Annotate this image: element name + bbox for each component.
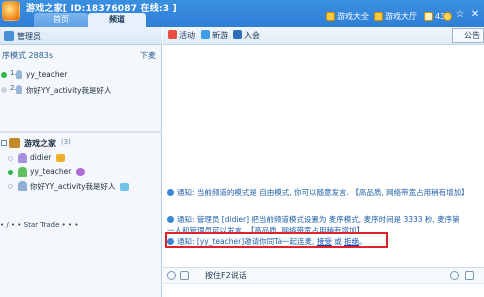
- diamond-badge-icon: [119, 183, 129, 191]
- game-lobby-link[interactable]: 游戏大厅: [374, 10, 417, 22]
- join-icon: [233, 30, 242, 39]
- crown-badge-icon: [55, 154, 65, 162]
- queue-name: 你好YY_activity我是好人: [26, 86, 112, 95]
- admin-icon: [4, 31, 14, 41]
- new-game-button[interactable]: 新游: [201, 30, 228, 42]
- favorite-star-icon[interactable]: ☆: [454, 9, 466, 21]
- admin-avatar-icon: [18, 153, 27, 163]
- new-game-icon: [201, 30, 210, 39]
- info-icon: [167, 216, 174, 223]
- tab-channel[interactable]: 频道: [88, 13, 146, 27]
- queue-name: yy_teacher: [26, 70, 68, 79]
- member-name: yy_teacher: [30, 167, 72, 176]
- online-dot-icon: [1, 87, 7, 93]
- user-avatar-icon: [18, 181, 27, 191]
- close-icon[interactable]: ✕: [469, 9, 481, 21]
- invite-message: 通知: [yy_teacher]邀请你同Ta一起连麦, 接受 或 拒绝。: [167, 236, 483, 247]
- notice-message: 通知: 管理员 [didier] 把当前频道模式设置为 麦序模式, 麦序时间是 …: [167, 214, 483, 225]
- gift-icon[interactable]: [465, 271, 474, 280]
- tip-button[interactable]: [443, 10, 452, 22]
- game-hall-link[interactable]: 游戏大全: [326, 10, 369, 22]
- mode-row: 序模式 2883s 下麦: [0, 49, 162, 61]
- status-radio-icon: [8, 170, 13, 175]
- mail-icon: [424, 11, 433, 21]
- vip-badge-icon: [75, 168, 85, 176]
- reject-link[interactable]: 拒绝: [344, 237, 359, 246]
- panel-divider[interactable]: [0, 131, 162, 133]
- info-icon: [167, 238, 174, 245]
- input-toolbar: 按住F2说话: [163, 267, 484, 283]
- tip-icon: [443, 11, 452, 21]
- info-icon: [167, 189, 174, 196]
- queue-item[interactable]: 2. 你好YY_activity我是好人: [0, 84, 162, 96]
- member-name: 你好YY_activity我是好人: [30, 182, 116, 191]
- member-name: didier: [30, 153, 52, 162]
- activity-icon: [168, 30, 177, 39]
- app-logo-icon: [2, 1, 20, 21]
- online-dot-icon: [1, 72, 7, 78]
- chat-panel: 活动 新游 入会 公告 通知: 当前频道的模式是 自由模式, 你可以随意发言. …: [163, 27, 484, 297]
- user-avatar-icon: [18, 167, 27, 177]
- push-to-talk-button[interactable]: 按住F2说话: [205, 270, 247, 281]
- emoji-icon[interactable]: [167, 271, 176, 280]
- status-radio-icon: [8, 156, 13, 161]
- member-item[interactable]: yy_teacher: [0, 166, 162, 179]
- queue-item[interactable]: 1. yy_teacher: [0, 69, 162, 81]
- chat-toolbar: 活动 新游 入会 公告: [163, 27, 484, 45]
- chat-input[interactable]: [163, 283, 484, 297]
- channel-house-icon: [9, 138, 20, 148]
- smiley-icon[interactable]: [450, 271, 459, 280]
- tab-home[interactable]: 首页: [34, 13, 88, 27]
- admin-button[interactable]: 管理员: [17, 31, 41, 42]
- voice-settings-icon[interactable]: [180, 271, 189, 280]
- track-row: • / • • Star Trade • • •: [0, 221, 79, 229]
- user-icon: [16, 70, 22, 79]
- user-icon: [16, 85, 22, 94]
- member-item[interactable]: didier: [0, 152, 162, 165]
- accept-link[interactable]: 接受: [317, 237, 332, 246]
- notice-message: 通知: 当前频道的模式是 自由模式, 你可以随意发言. 【高品质, 网络带宽占用…: [167, 187, 483, 198]
- game-hall-icon: [326, 11, 335, 21]
- title-bar: 游戏之家[ ID:18376087 在线:3 ] 首页 频道 游戏大全 游戏大厅…: [0, 0, 484, 27]
- collapse-icon[interactable]: [1, 140, 7, 146]
- status-radio-icon: [8, 184, 13, 189]
- activity-button[interactable]: 活动: [168, 30, 195, 42]
- admin-bar: 管理员: [0, 27, 162, 45]
- mode-status: 序模式 2883s: [2, 51, 54, 60]
- channel-header[interactable]: 游戏之家 (3): [0, 137, 162, 151]
- channel-count: (3): [61, 138, 71, 146]
- mail-button[interactable]: 43: [424, 10, 445, 22]
- announce-button[interactable]: 公告: [452, 28, 484, 43]
- leave-mic-button[interactable]: 下麦: [140, 50, 156, 61]
- left-panel: 管理员 序模式 2883s 下麦 1. yy_teacher 2. 你好YY_a…: [0, 27, 162, 297]
- join-button[interactable]: 入会: [233, 30, 260, 42]
- channel-name: 游戏之家: [24, 139, 56, 148]
- member-item[interactable]: 你好YY_activity我是好人: [0, 180, 162, 193]
- game-lobby-icon: [374, 11, 383, 21]
